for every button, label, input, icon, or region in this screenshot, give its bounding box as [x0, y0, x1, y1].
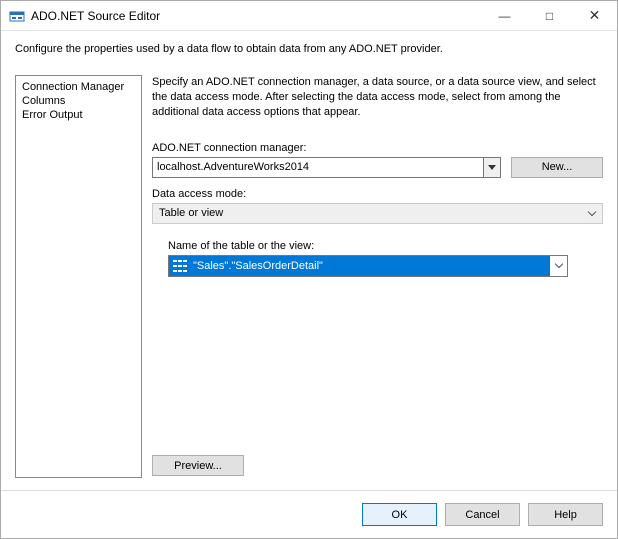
- titlebar: ADO.NET Source Editor ― □ ✕: [1, 1, 617, 31]
- dialog-description: Configure the properties used by a data …: [1, 31, 617, 75]
- dialog-window: ADO.NET Source Editor ― □ ✕ Configure th…: [0, 0, 618, 539]
- new-connection-button[interactable]: New...: [511, 157, 603, 178]
- sidebar-item-error-output[interactable]: Error Output: [22, 108, 135, 122]
- preview-button[interactable]: Preview...: [152, 455, 244, 476]
- sidebar-item-connection-manager[interactable]: Connection Manager: [22, 80, 135, 94]
- sidebar-item-columns[interactable]: Columns: [22, 94, 135, 108]
- dropdown-arrow-icon: [483, 158, 500, 177]
- table-icon: [173, 260, 187, 272]
- help-button[interactable]: Help: [528, 503, 603, 526]
- panel-intro-text: Specify an ADO.NET connection manager, a…: [152, 75, 603, 120]
- chevron-down-icon: [588, 209, 596, 217]
- app-icon: [9, 8, 25, 24]
- dialog-footer: OK Cancel Help: [1, 490, 617, 538]
- window-title: ADO.NET Source Editor: [31, 9, 482, 23]
- chevron-down-icon: [550, 256, 567, 276]
- connection-manager-dropdown[interactable]: localhost.AdventureWorks2014: [152, 157, 501, 178]
- table-name-value: "Sales"."SalesOrderDetail": [193, 260, 323, 272]
- dialog-body: Connection Manager Columns Error Output …: [1, 75, 617, 478]
- data-access-mode-value: Table or view: [159, 207, 223, 219]
- connection-manager-label: ADO.NET connection manager:: [152, 142, 603, 154]
- ok-button[interactable]: OK: [362, 503, 437, 526]
- cancel-button[interactable]: Cancel: [445, 503, 520, 526]
- maximize-button[interactable]: □: [527, 1, 572, 30]
- window-controls: ― □ ✕: [482, 1, 617, 30]
- data-access-mode-label: Data access mode:: [152, 188, 603, 200]
- minimize-button[interactable]: ―: [482, 1, 527, 30]
- close-button[interactable]: ✕: [572, 1, 617, 30]
- table-name-dropdown[interactable]: "Sales"."SalesOrderDetail": [168, 255, 568, 277]
- table-name-label: Name of the table or the view:: [168, 240, 603, 252]
- connection-manager-value: localhost.AdventureWorks2014: [153, 161, 483, 173]
- data-access-mode-dropdown[interactable]: Table or view: [152, 203, 603, 224]
- sidebar-nav: Connection Manager Columns Error Output: [15, 75, 142, 478]
- main-panel: Specify an ADO.NET connection manager, a…: [152, 75, 603, 478]
